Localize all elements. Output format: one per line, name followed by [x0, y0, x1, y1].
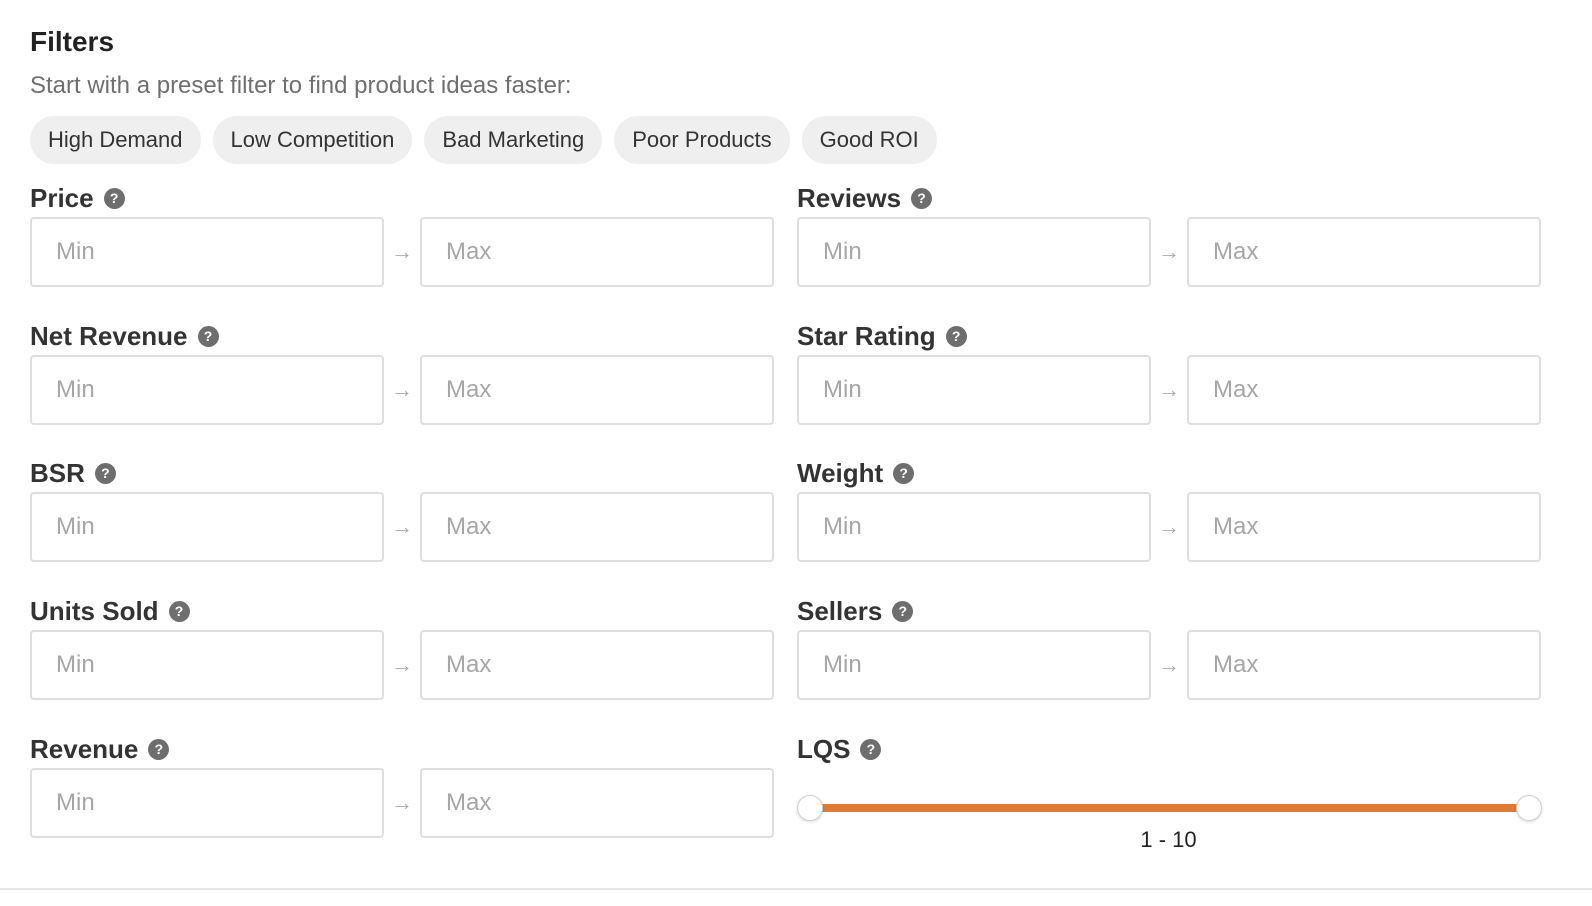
filter-label: Star Rating: [797, 320, 936, 351]
slider-min-handle[interactable]: [797, 795, 823, 821]
filter-units-sold: Units Sold? →: [30, 595, 774, 734]
filter-revenue: Revenue? →: [30, 733, 774, 872]
sellers-min-input[interactable]: [797, 630, 1151, 700]
lqs-range-slider[interactable]: [797, 794, 1542, 830]
arrow-right-icon: →: [1158, 514, 1180, 539]
question-circle-icon[interactable]: ?: [94, 462, 116, 484]
filter-sellers: Sellers? →: [797, 595, 1541, 734]
question-circle-icon[interactable]: ?: [148, 738, 170, 760]
net-revenue-max-input[interactable]: [420, 355, 774, 425]
question-circle-icon[interactable]: ?: [911, 187, 933, 209]
arrow-right-icon: →: [391, 514, 413, 539]
filter-bsr: BSR? →: [30, 457, 774, 596]
filter-lqs: LQS? 1 - 10: [797, 733, 1542, 872]
star-rating-max-input[interactable]: [1187, 355, 1541, 425]
divider: [0, 888, 1592, 890]
slider-max-handle[interactable]: [1516, 795, 1542, 821]
bsr-min-input[interactable]: [30, 492, 384, 562]
filter-weight: Weight? →: [797, 457, 1541, 596]
weight-max-input[interactable]: [1187, 492, 1541, 562]
question-circle-icon[interactable]: ?: [103, 187, 125, 209]
question-circle-icon[interactable]: ?: [168, 600, 190, 622]
arrow-right-icon: →: [391, 790, 413, 815]
filter-label: Revenue: [30, 733, 139, 764]
filter-label: Net Revenue: [30, 320, 188, 351]
reviews-max-input[interactable]: [1187, 217, 1541, 287]
arrow-right-icon: →: [1158, 377, 1180, 402]
preset-high-demand-button[interactable]: High Demand: [30, 116, 201, 164]
price-min-input[interactable]: [30, 217, 384, 287]
question-circle-icon[interactable]: ?: [892, 600, 914, 622]
preset-poor-products-button[interactable]: Poor Products: [614, 116, 790, 164]
reviews-min-input[interactable]: [797, 217, 1151, 287]
panel-subtitle: Start with a preset filter to find produ…: [30, 72, 572, 99]
arrow-right-icon: →: [1158, 652, 1180, 677]
filter-label: Reviews: [797, 182, 902, 213]
question-circle-icon[interactable]: ?: [893, 462, 915, 484]
arrow-right-icon: →: [1158, 239, 1180, 264]
weight-min-input[interactable]: [797, 492, 1151, 562]
question-circle-icon[interactable]: ?: [945, 325, 967, 347]
slider-fill: [809, 804, 1528, 812]
filter-net-revenue: Net Revenue? →: [30, 320, 774, 459]
arrow-right-icon: →: [391, 652, 413, 677]
bsr-max-input[interactable]: [420, 492, 774, 562]
preset-low-competition-button[interactable]: Low Competition: [212, 116, 413, 164]
arrow-right-icon: →: [391, 377, 413, 402]
slider-track[interactable]: [809, 804, 1528, 812]
question-circle-icon[interactable]: ?: [860, 738, 882, 760]
filter-star-rating: Star Rating? →: [797, 320, 1541, 459]
net-revenue-min-input[interactable]: [30, 355, 384, 425]
question-circle-icon[interactable]: ?: [197, 325, 219, 347]
revenue-max-input[interactable]: [420, 768, 774, 838]
lqs-range-value: 1 - 10: [1140, 827, 1197, 852]
filter-price: Price? →: [30, 182, 774, 321]
star-rating-min-input[interactable]: [797, 355, 1151, 425]
filter-label: Price: [30, 182, 94, 213]
filter-label: LQS: [797, 733, 851, 764]
panel-title: Filters: [30, 26, 115, 57]
filter-label: Units Sold: [30, 595, 159, 626]
units-sold-max-input[interactable]: [420, 630, 774, 700]
revenue-min-input[interactable]: [30, 768, 384, 838]
filter-label: Sellers: [797, 595, 883, 626]
preset-bad-marketing-button[interactable]: Bad Marketing: [424, 116, 603, 164]
preset-filters: High Demand Low Competition Bad Marketin…: [30, 116, 937, 164]
filter-reviews: Reviews? →: [797, 182, 1541, 321]
price-max-input[interactable]: [420, 217, 774, 287]
sellers-max-input[interactable]: [1187, 630, 1541, 700]
filter-label: Weight: [797, 457, 884, 488]
arrow-right-icon: →: [391, 239, 413, 264]
filter-label: BSR: [30, 457, 85, 488]
units-sold-min-input[interactable]: [30, 630, 384, 700]
preset-good-roi-button[interactable]: Good ROI: [801, 116, 937, 164]
